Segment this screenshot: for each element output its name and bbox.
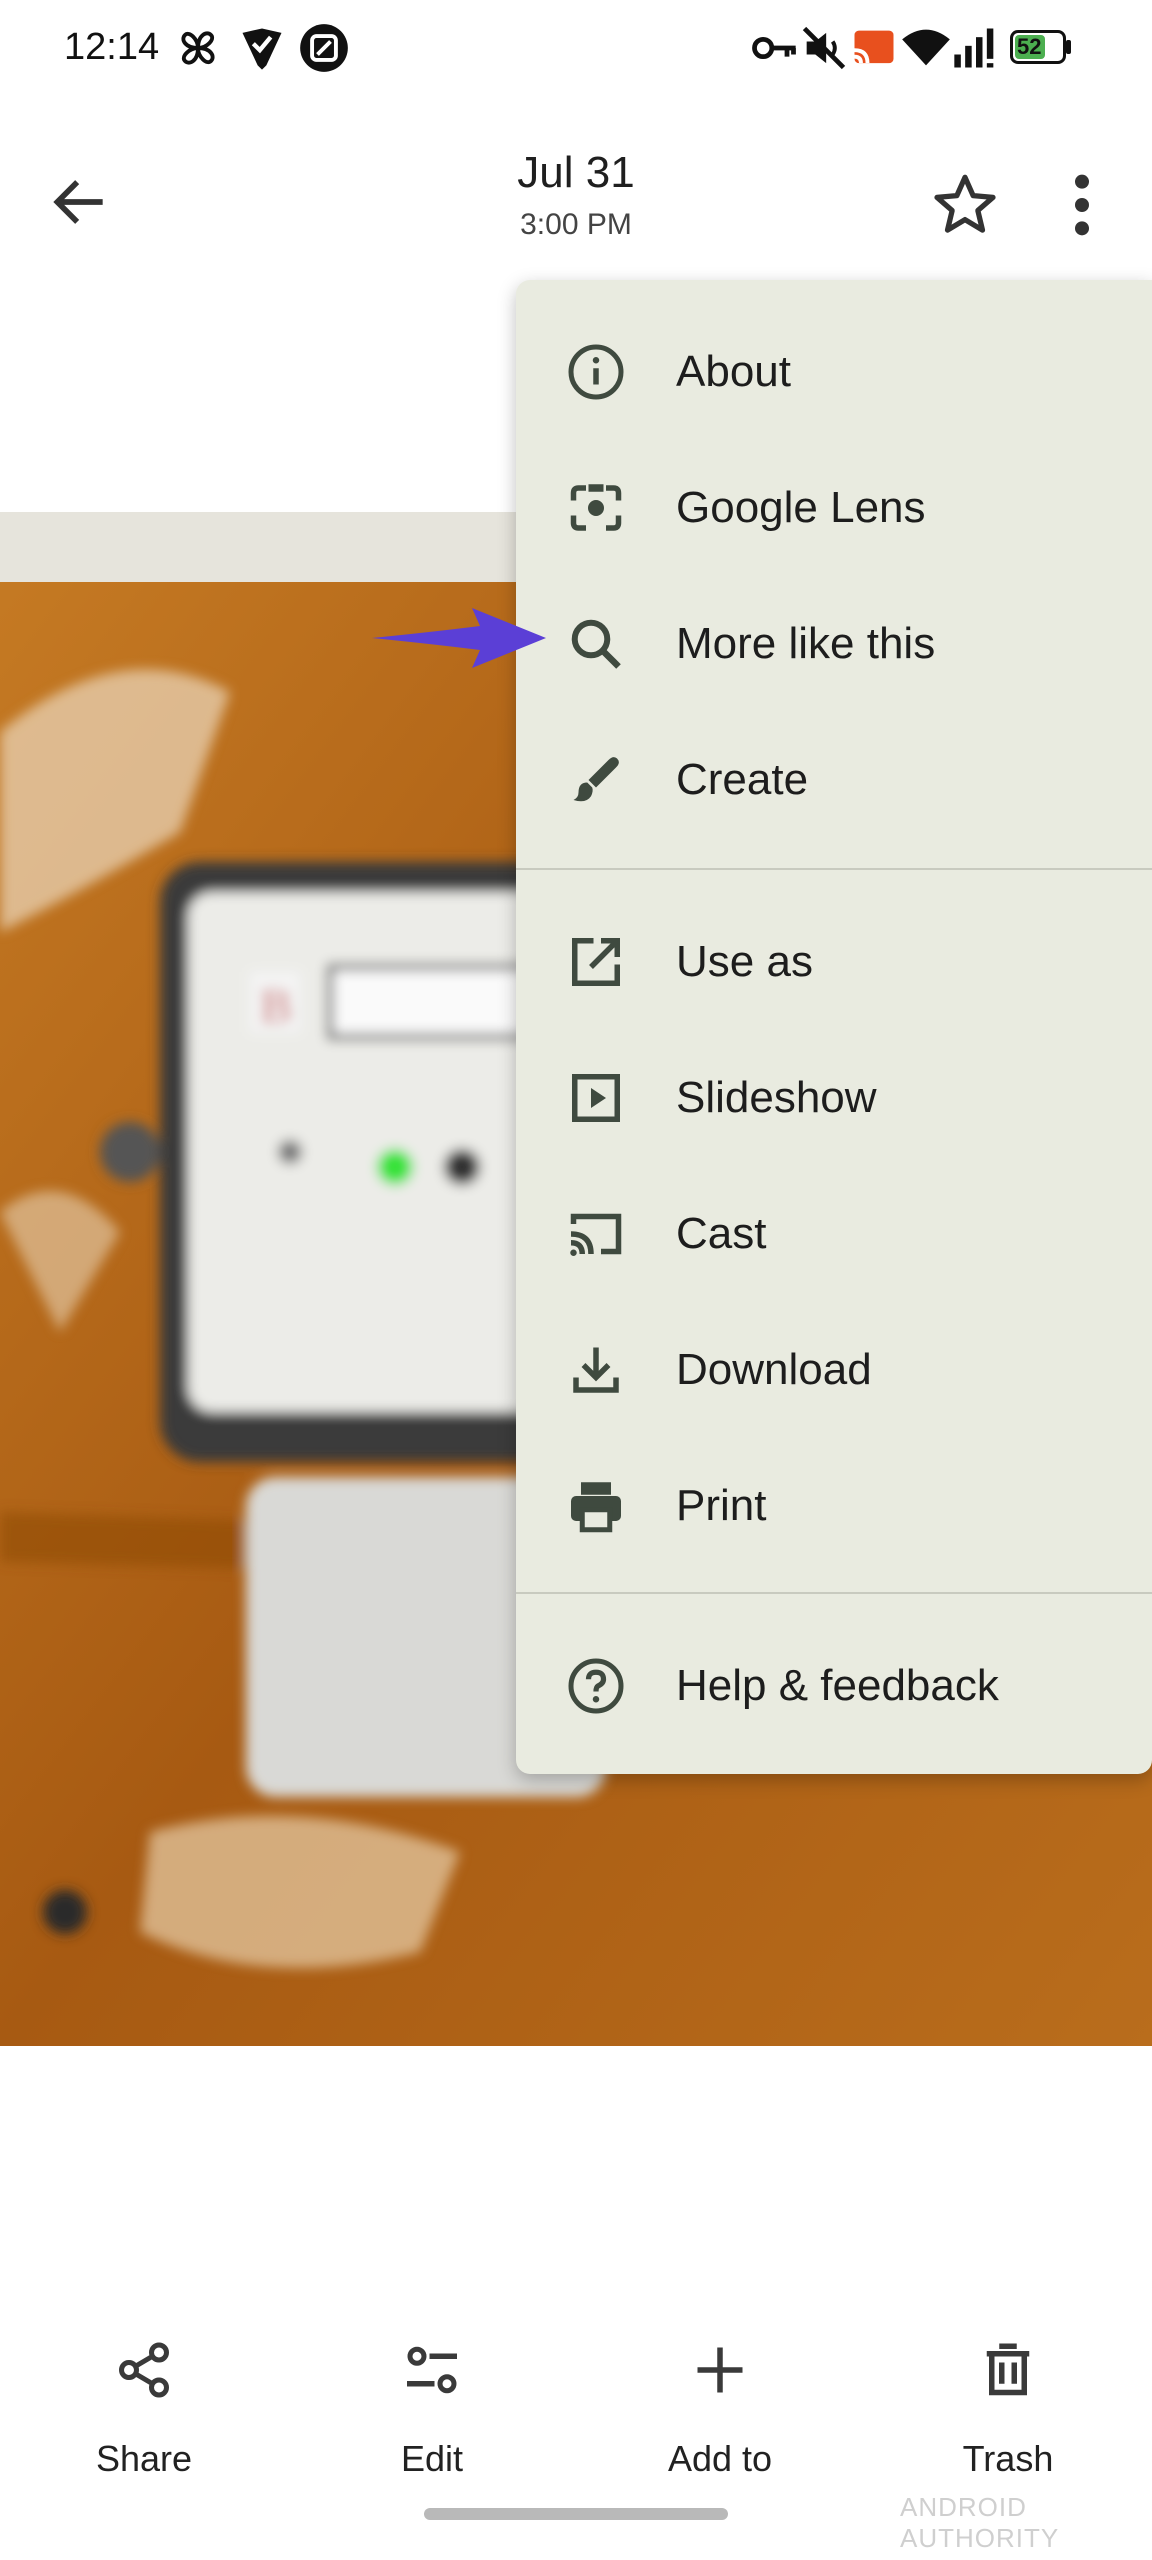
home-indicator[interactable]	[424, 2508, 728, 2520]
menu-item-label: Cast	[676, 1209, 767, 1258]
menu-item-use-as[interactable]: Use as	[516, 894, 1152, 1030]
menu-item-slideshow[interactable]: Slideshow	[516, 1030, 1152, 1166]
open-external-icon	[572, 938, 620, 986]
status-time: 12:14	[64, 26, 160, 68]
menu-item-print[interactable]: Print	[516, 1438, 1152, 1574]
share-label: Share	[95, 2438, 193, 2479]
battery-tip	[1066, 40, 1071, 54]
cast-status-icon	[854, 30, 894, 64]
photo-date: Jul 31	[517, 148, 635, 197]
add-to-button[interactable]: Add to	[610, 2330, 830, 2490]
menu-divider	[516, 868, 1152, 870]
menu-item-google-lens[interactable]: Google Lens	[516, 440, 1152, 576]
status-bar: 12:14 52	[0, 0, 1152, 100]
app-notification-icon	[300, 24, 348, 72]
brush-icon	[573, 757, 619, 802]
annotation-arrow-icon	[372, 608, 546, 668]
trash-icon	[986, 2343, 1030, 2396]
menu-item-cast[interactable]: Cast	[516, 1166, 1152, 1302]
trash-button[interactable]: Trash	[898, 2330, 1118, 2490]
photo-time: 3:00 PM	[520, 208, 632, 241]
pinwheel-icon	[181, 31, 215, 65]
menu-item-label: Google Lens	[676, 483, 926, 532]
photo-date-info: Jul 31 3:00 PM	[360, 148, 792, 242]
search-icon	[571, 619, 621, 669]
edit-sliders-icon	[407, 2346, 457, 2394]
battery-level: 52	[1017, 34, 1042, 59]
plus-icon	[697, 2347, 743, 2393]
back-arrow-icon[interactable]	[46, 168, 114, 236]
menu-item-label: Print	[676, 1481, 767, 1530]
print-icon	[571, 1482, 621, 1533]
menu-item-download[interactable]: Download	[516, 1302, 1152, 1438]
wifi-icon	[902, 29, 950, 66]
menu-item-help-feedback[interactable]: Help & feedback	[516, 1618, 1152, 1754]
lens-icon	[570, 484, 622, 531]
menu-item-label: Slideshow	[676, 1073, 877, 1122]
menu-item-more-like-this[interactable]: More like this	[516, 576, 1152, 712]
menu-item-label: Use as	[676, 937, 813, 986]
help-icon	[568, 1658, 624, 1714]
share-button[interactable]: Share	[34, 2330, 254, 2490]
menu-item-label: More like this	[676, 619, 936, 668]
add-to-label: Add to	[667, 2438, 773, 2479]
trash-label: Trash	[962, 2438, 1054, 2479]
signal-icon	[954, 28, 994, 68]
edit-label: Edit	[400, 2438, 464, 2479]
watermark: ANDROID AUTHORITY	[900, 2492, 1060, 2553]
download-icon	[573, 1347, 619, 1393]
slideshow-icon	[572, 1074, 620, 1122]
info-icon	[568, 344, 624, 400]
menu-item-create[interactable]: Create	[516, 712, 1152, 848]
menu-item-label: Download	[676, 1345, 872, 1394]
cast-icon	[570, 1213, 622, 1256]
star-icon[interactable]	[930, 170, 1000, 240]
menu-item-label: Help & feedback	[676, 1661, 999, 1710]
overflow-menu: About Google Lens More like this Create …	[516, 280, 1152, 1774]
more-options-icon[interactable]	[1062, 170, 1102, 240]
menu-item-about[interactable]: About	[516, 304, 1152, 440]
photo-header: Jul 31 3:00 PM	[0, 120, 1152, 280]
menu-item-label: Create	[676, 755, 809, 804]
battery-icon: 52	[1010, 30, 1066, 64]
muted-icon	[802, 26, 846, 70]
edit-button[interactable]: Edit	[322, 2330, 542, 2490]
svg-text:B: B	[260, 980, 292, 1033]
verified-shield-icon	[242, 28, 282, 70]
share-icon	[119, 2342, 169, 2398]
menu-item-label: About	[676, 347, 791, 396]
menu-divider	[516, 1592, 1152, 1594]
vpn-key-icon	[752, 36, 796, 60]
bottom-action-bar: Share Edit Add to Trash	[0, 2330, 1152, 2490]
